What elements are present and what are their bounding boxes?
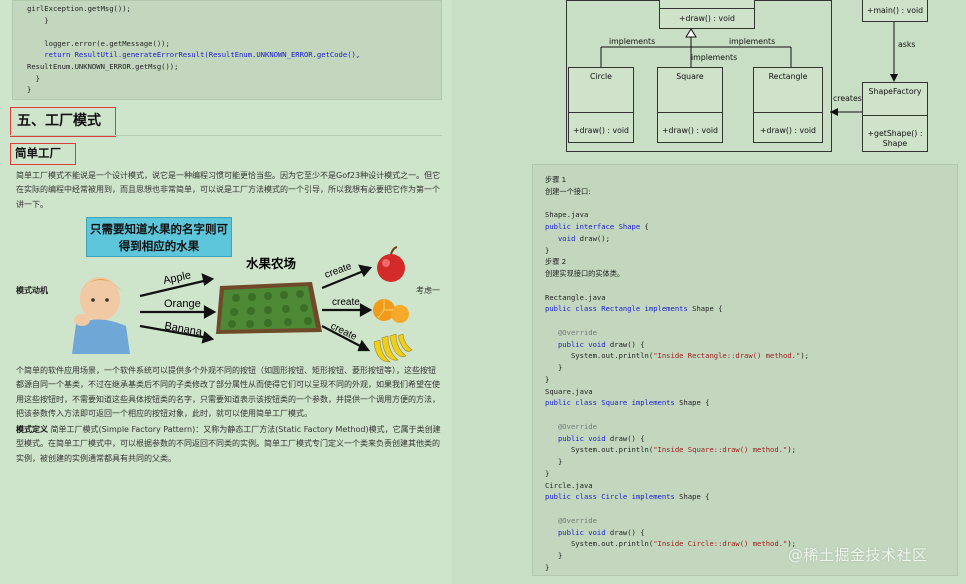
uml-label-implements-3: implements <box>729 37 776 46</box>
uml-circle-op: +draw() : void <box>572 126 629 135</box>
apple-icon <box>377 246 405 282</box>
label-pattern-motivation: 模式动机 <box>16 286 48 295</box>
label-create-3: create <box>329 321 359 343</box>
uml-rectangle-name: Rectangle <box>768 72 808 81</box>
farm-field <box>216 282 322 334</box>
motivation-paragraph: 个简单的软件应用场景，一个软件系统可以提供多个外观不同的按钮（如圆形按钮、矩形按… <box>16 366 440 418</box>
uml-class-shapefactory: ShapeFactory +getShape() : Shape <box>862 82 928 152</box>
illustration-drawing: Apple Orange Banana 水果农场 create create c… <box>72 246 413 363</box>
intro-paragraph: 简单工厂模式不能说是一个设计模式，说它是一种编程习惯可能更恰当些。因为它至少不是… <box>16 171 441 209</box>
label-create-2: create <box>332 297 360 308</box>
article-left-column: girlException.getMsg()); } logger.error(… <box>0 0 452 584</box>
uml-main-op: +main() : void <box>866 6 924 15</box>
uml-class-rectangle: Rectangle +draw() : void <box>753 67 823 143</box>
definition-text: 简单工厂模式(Simple Factory Pattern)：又称为静态工厂方法… <box>16 425 441 463</box>
uml-class-square: Square +draw() : void <box>657 67 723 143</box>
watermark: @稀土掘金技术社区 <box>788 546 928 564</box>
code-text-right: 步骤 1 创建一个接口: Shape.java public interface… <box>545 175 809 572</box>
uml-label-implements-1: implements <box>609 37 656 46</box>
label-banana: Banana <box>163 320 203 339</box>
uml-label-implements-2: implements <box>691 53 738 62</box>
uml-shape-interface: +draw() : void <box>659 0 755 29</box>
orange-icon <box>373 299 409 323</box>
child-figure <box>72 277 130 354</box>
definition-paragraph: 模式定义 简单工厂模式(Simple Factory Pattern)：又称为静… <box>16 423 442 466</box>
section-heading: 五、工厂模式 <box>10 107 116 137</box>
label-orange: Orange <box>164 298 201 310</box>
uml-label-creates: creates <box>833 94 862 103</box>
code-block-right: 步骤 1 创建一个接口: Shape.java public interface… <box>532 164 958 576</box>
uml-label-asks: asks <box>898 40 916 49</box>
uml-shape-op: +draw() : void <box>678 14 735 23</box>
uml-rectangle-op: +draw() : void <box>759 126 816 135</box>
uml-circle-name: Circle <box>590 72 612 81</box>
sub-heading: 简单工厂 <box>10 143 76 165</box>
definition-label: 模式定义 <box>16 425 48 434</box>
banana-icon <box>373 333 413 363</box>
heading-divider <box>10 135 442 136</box>
farm-title: 水果农场 <box>246 256 296 271</box>
uml-diagram: +draw() : void implements implements imp… <box>566 0 832 152</box>
fruit-farm-illustration: 只需要知道水果的名字则可得到相应的水果 Apple Orange Banana … <box>60 214 420 364</box>
uml-factory-name: ShapeFactory <box>868 87 922 96</box>
uml-class-circle: Circle +draw() : void <box>568 67 634 143</box>
code-block-top: girlException.getMsg()); } logger.error(… <box>12 0 442 100</box>
code-text-top: girlException.getMsg()); } logger.error(… <box>27 4 361 95</box>
uml-demo-class: +main() : void <box>862 0 928 22</box>
uml-square-op: +draw() : void <box>661 126 718 135</box>
uml-factory-op: +getShape() : Shape <box>867 129 923 148</box>
uml-square-name: Square <box>676 72 704 81</box>
